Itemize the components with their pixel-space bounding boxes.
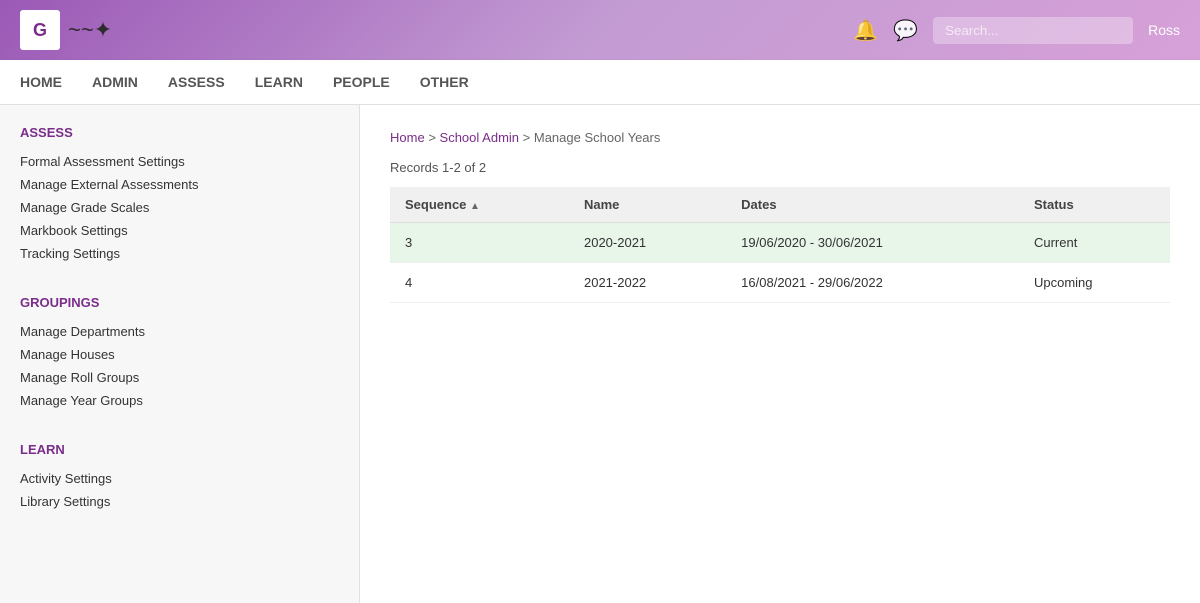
sidebar-link-formal-assessment[interactable]: Formal Assessment Settings	[20, 150, 339, 173]
sidebar-link-activity-settings[interactable]: Activity Settings	[20, 467, 339, 490]
sidebar-section-assess: ASSESS	[20, 125, 339, 140]
col-sequence-label: Sequence	[405, 197, 466, 212]
row2-status: Upcoming	[1019, 263, 1170, 303]
nav-item-assess[interactable]: ASSESS	[168, 62, 225, 102]
nav-item-people[interactable]: PEOPLE	[333, 62, 390, 102]
row1-dates: 19/06/2020 - 30/06/2021	[726, 223, 1019, 263]
nav-item-other[interactable]: OTHER	[420, 62, 469, 102]
table-row: 4 2021-2022 16/08/2021 - 29/06/2022 Upco…	[390, 263, 1170, 303]
data-table: Sequence ▲ Name Dates Status 3 2020-2021…	[390, 187, 1170, 303]
sidebar-section-groupings: GROUPINGS	[20, 295, 339, 310]
sidebar-link-manage-external[interactable]: Manage External Assessments	[20, 173, 339, 196]
sidebar-link-manage-roll-groups[interactable]: Manage Roll Groups	[20, 366, 339, 389]
col-sequence[interactable]: Sequence ▲	[390, 187, 569, 223]
bell-icon[interactable]: 🔔	[853, 18, 878, 43]
sidebar-link-library-settings[interactable]: Library Settings	[20, 490, 339, 513]
breadcrumb-school-admin[interactable]: School Admin	[440, 130, 520, 145]
username: Ross	[1148, 22, 1180, 38]
sidebar-link-manage-departments[interactable]: Manage Departments	[20, 320, 339, 343]
row1-sequence: 3	[390, 223, 569, 263]
sidebar-link-manage-grade[interactable]: Manage Grade Scales	[20, 196, 339, 219]
sidebar-link-markbook[interactable]: Markbook Settings	[20, 219, 339, 242]
nav-item-home[interactable]: HOME	[20, 62, 62, 102]
breadcrumb-home[interactable]: Home	[390, 130, 425, 145]
row2-name: 2021-2022	[569, 263, 726, 303]
logo-letter: G	[33, 20, 47, 41]
sidebar-link-manage-houses[interactable]: Manage Houses	[20, 343, 339, 366]
sidebar-link-manage-year-groups[interactable]: Manage Year Groups	[20, 389, 339, 412]
nav-bar: HOME ADMIN ASSESS LEARN PEOPLE OTHER	[0, 60, 1200, 105]
sidebar: ASSESS Formal Assessment Settings Manage…	[0, 105, 360, 603]
table-header-row: Sequence ▲ Name Dates Status	[390, 187, 1170, 223]
sidebar-link-tracking[interactable]: Tracking Settings	[20, 242, 339, 265]
table-row: 3 2020-2021 19/06/2020 - 30/06/2021 Curr…	[390, 223, 1170, 263]
col-name: Name	[569, 187, 726, 223]
logo-bird-icon: ~~✦	[68, 17, 112, 43]
col-dates: Dates	[726, 187, 1019, 223]
main-layout: ASSESS Formal Assessment Settings Manage…	[0, 105, 1200, 603]
logo-box: G	[20, 10, 60, 50]
search-input[interactable]	[933, 17, 1133, 44]
nav-item-learn[interactable]: LEARN	[255, 62, 303, 102]
sort-arrow-icon: ▲	[470, 201, 480, 212]
row2-dates: 16/08/2021 - 29/06/2022	[726, 263, 1019, 303]
records-info: Records 1-2 of 2	[390, 160, 1170, 175]
header-right: 🔔 💬 Ross	[853, 17, 1180, 44]
row2-sequence: 4	[390, 263, 569, 303]
logo-area: G ~~✦	[20, 10, 112, 50]
chat-icon[interactable]: 💬	[893, 18, 918, 43]
row1-status: Current	[1019, 223, 1170, 263]
sidebar-section-learn: LEARN	[20, 442, 339, 457]
breadcrumb-current: Manage School Years	[534, 130, 660, 145]
top-header: G ~~✦ 🔔 💬 Ross	[0, 0, 1200, 60]
breadcrumb: Home > School Admin > Manage School Year…	[390, 130, 1170, 145]
content-area: Home > School Admin > Manage School Year…	[360, 105, 1200, 603]
row1-name: 2020-2021	[569, 223, 726, 263]
nav-item-admin[interactable]: ADMIN	[92, 62, 138, 102]
col-status: Status	[1019, 187, 1170, 223]
breadcrumb-sep-2: >	[523, 130, 534, 145]
breadcrumb-sep-1: >	[428, 130, 439, 145]
